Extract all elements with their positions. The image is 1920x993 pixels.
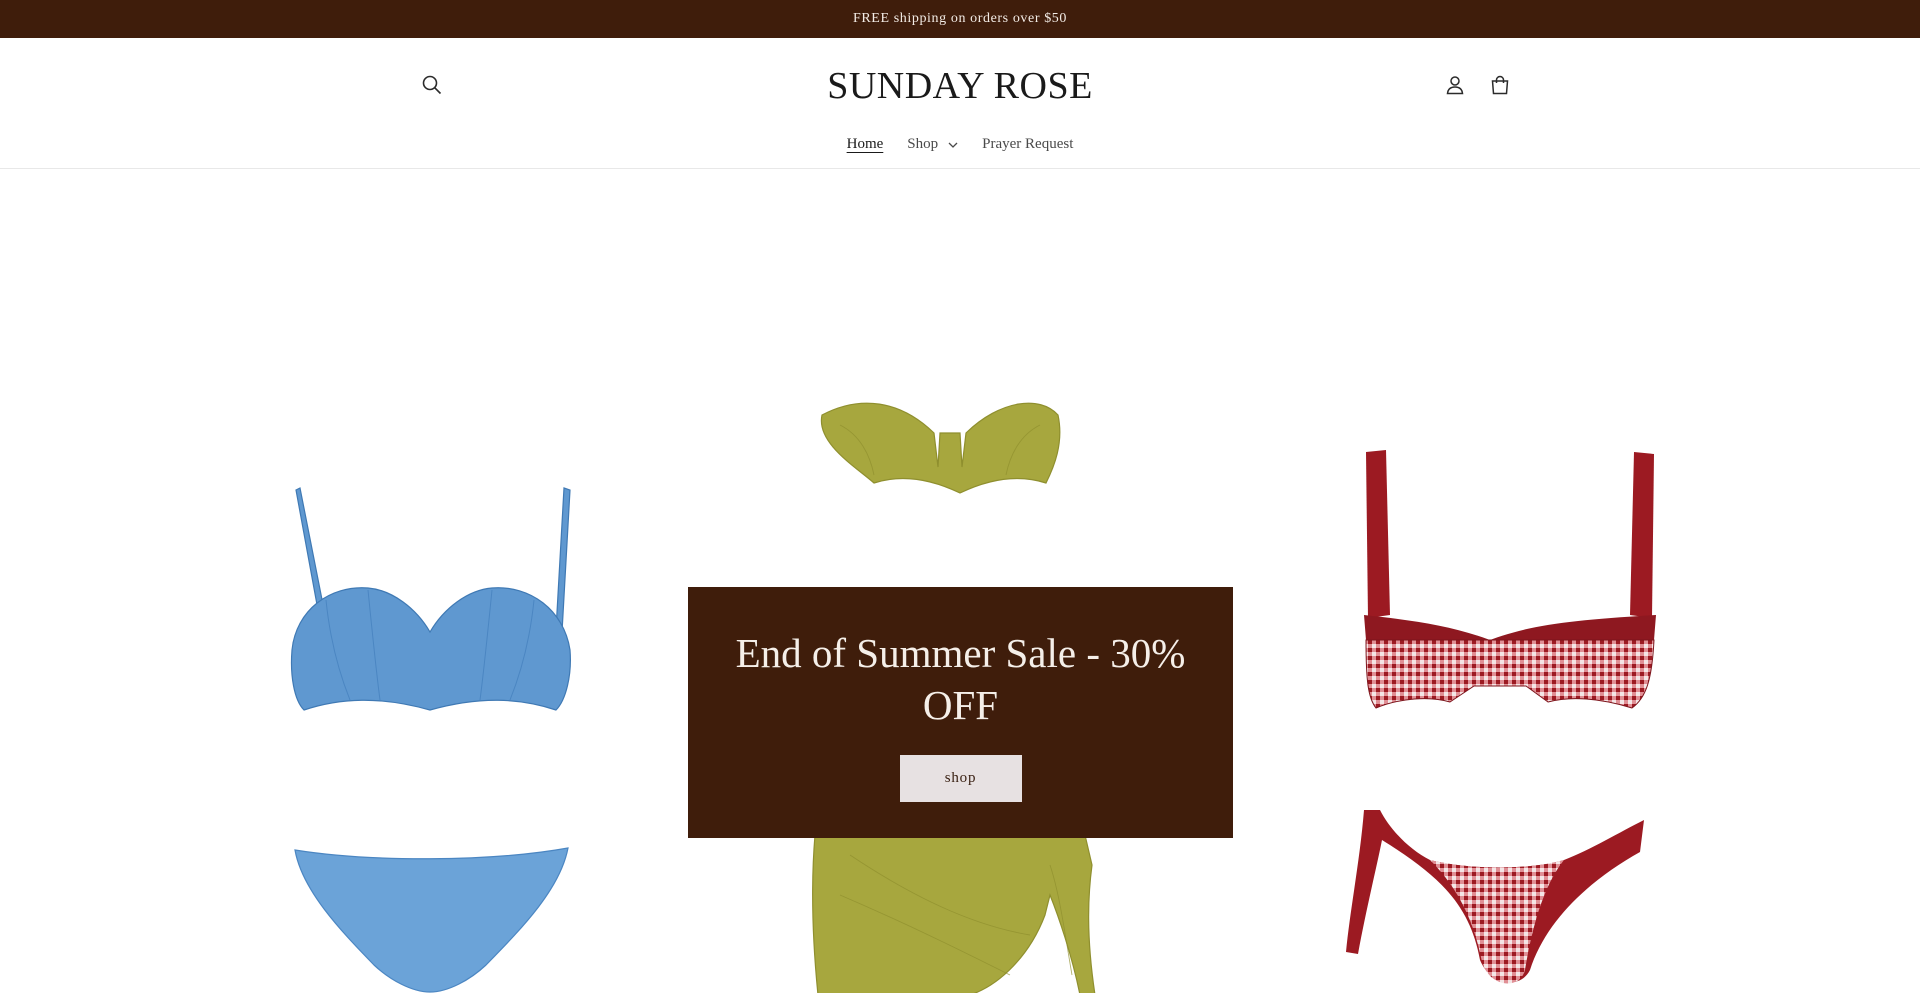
announcement-bar: FREE shipping on orders over $50 bbox=[0, 0, 1920, 38]
search-button[interactable] bbox=[414, 67, 450, 103]
nav-item-home[interactable]: Home bbox=[847, 136, 884, 153]
red-gingham-bikini-image[interactable] bbox=[1320, 440, 1660, 993]
shop-button[interactable]: shop bbox=[899, 755, 1022, 802]
account-button[interactable] bbox=[1437, 67, 1473, 103]
site-logo[interactable]: SUNDAY ROSE bbox=[760, 64, 1160, 108]
site-header: SUNDAY ROSE Home Shop Prayer Request bbox=[0, 38, 1920, 169]
promo-box: End of Summer Sale - 30% OFF shop bbox=[688, 587, 1233, 838]
account-icon bbox=[1446, 76, 1464, 95]
blue-bikini-image[interactable] bbox=[280, 460, 580, 993]
cart-button[interactable] bbox=[1482, 67, 1518, 103]
nav-item-prayer-request[interactable]: Prayer Request bbox=[982, 136, 1073, 153]
promo-heading: End of Summer Sale - 30% OFF bbox=[735, 630, 1186, 728]
nav-item-label: Prayer Request bbox=[982, 136, 1074, 152]
nav-item-label: Shop bbox=[907, 136, 939, 152]
cart-icon bbox=[1491, 75, 1509, 95]
hero-banner: End of Summer Sale - 30% OFF shop bbox=[0, 170, 1920, 993]
announcement-text: FREE shipping on orders over $50 bbox=[852, 11, 1068, 26]
nav-item-shop[interactable]: Shop bbox=[907, 136, 958, 153]
search-icon bbox=[422, 75, 442, 95]
nav-item-label: Home bbox=[846, 136, 884, 152]
main-navigation: Home Shop Prayer Request bbox=[0, 136, 1920, 153]
chevron-down-icon bbox=[948, 142, 958, 148]
